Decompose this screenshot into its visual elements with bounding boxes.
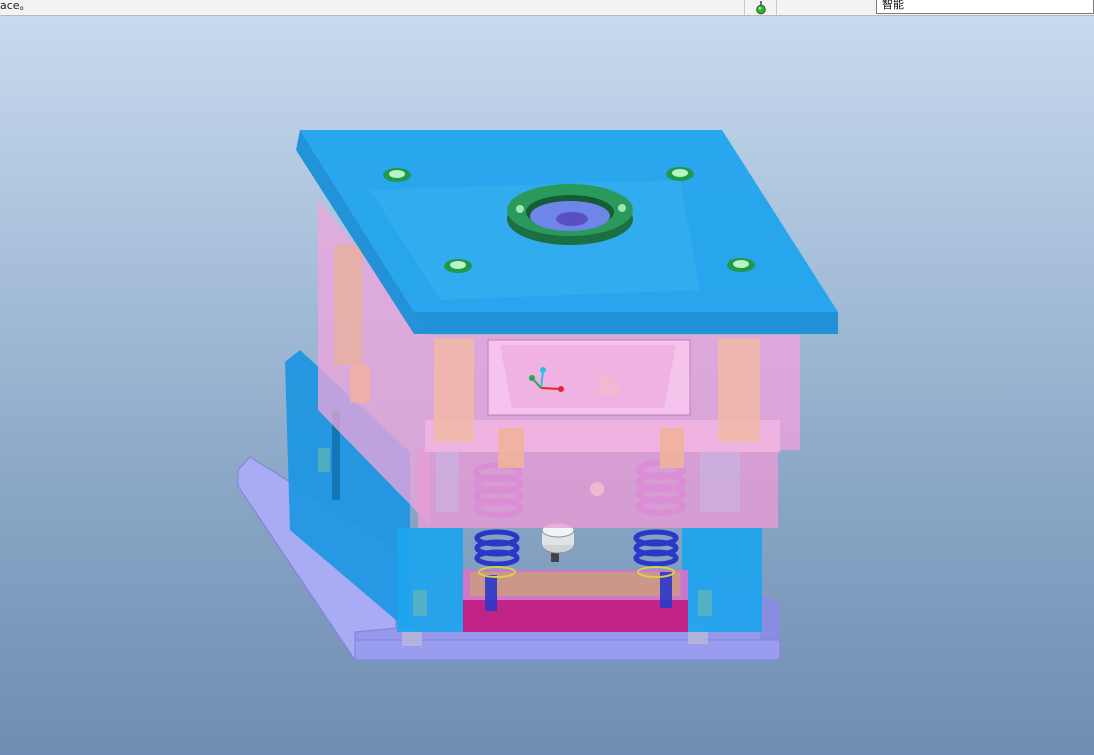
status-divider [776, 0, 777, 15]
selection-filter-select[interactable]: 智能 [876, 0, 1094, 14]
green-light-icon[interactable] [755, 1, 767, 15]
status-bar: ace。 智能 [0, 0, 1094, 16]
ejector-plate[interactable] [463, 570, 688, 632]
status-divider [744, 0, 745, 15]
status-message: ace。 [0, 0, 31, 12]
locating-ring[interactable] [507, 184, 633, 245]
graphics-viewport[interactable] [0, 16, 1094, 755]
mold-assembly-model[interactable] [0, 16, 1094, 755]
sprue-bushing[interactable] [541, 522, 575, 562]
